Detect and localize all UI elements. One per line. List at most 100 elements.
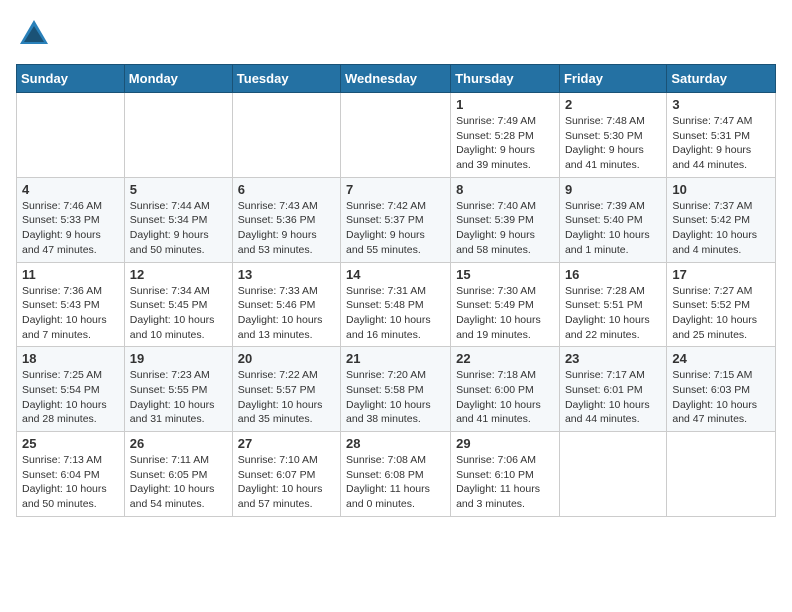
day-info: Sunrise: 7:23 AM Sunset: 5:55 PM Dayligh…: [130, 368, 227, 427]
day-info: Sunrise: 7:44 AM Sunset: 5:34 PM Dayligh…: [130, 199, 227, 258]
day-info: Sunrise: 7:18 AM Sunset: 6:00 PM Dayligh…: [456, 368, 554, 427]
calendar-week-row: 18 Sunrise: 7:25 AM Sunset: 5:54 PM Dayli…: [17, 347, 776, 432]
calendar-cell: 12 Sunrise: 7:34 AM Sunset: 5:45 PM Dayli…: [124, 262, 232, 347]
calendar-cell: 9 Sunrise: 7:39 AM Sunset: 5:40 PM Daylig…: [559, 177, 666, 262]
day-number: 27: [238, 436, 335, 451]
calendar-cell: [17, 93, 125, 178]
calendar-cell: 22 Sunrise: 7:18 AM Sunset: 6:00 PM Dayli…: [451, 347, 560, 432]
calendar-cell: 25 Sunrise: 7:13 AM Sunset: 6:04 PM Dayli…: [17, 432, 125, 517]
weekday-header: Wednesday: [341, 65, 451, 93]
calendar-cell: 4 Sunrise: 7:46 AM Sunset: 5:33 PM Daylig…: [17, 177, 125, 262]
day-info: Sunrise: 7:30 AM Sunset: 5:49 PM Dayligh…: [456, 284, 554, 343]
calendar-week-row: 4 Sunrise: 7:46 AM Sunset: 5:33 PM Daylig…: [17, 177, 776, 262]
calendar-cell: 15 Sunrise: 7:30 AM Sunset: 5:49 PM Dayli…: [451, 262, 560, 347]
day-number: 9: [565, 182, 661, 197]
day-info: Sunrise: 7:42 AM Sunset: 5:37 PM Dayligh…: [346, 199, 445, 258]
day-number: 5: [130, 182, 227, 197]
calendar-cell: 3 Sunrise: 7:47 AM Sunset: 5:31 PM Daylig…: [667, 93, 776, 178]
day-number: 24: [672, 351, 770, 366]
weekday-header: Monday: [124, 65, 232, 93]
calendar-cell: [124, 93, 232, 178]
weekday-header: Sunday: [17, 65, 125, 93]
day-info: Sunrise: 7:17 AM Sunset: 6:01 PM Dayligh…: [565, 368, 661, 427]
calendar-cell: 20 Sunrise: 7:22 AM Sunset: 5:57 PM Dayli…: [232, 347, 340, 432]
calendar-cell: 6 Sunrise: 7:43 AM Sunset: 5:36 PM Daylig…: [232, 177, 340, 262]
day-info: Sunrise: 7:46 AM Sunset: 5:33 PM Dayligh…: [22, 199, 119, 258]
day-info: Sunrise: 7:37 AM Sunset: 5:42 PM Dayligh…: [672, 199, 770, 258]
calendar-cell: 19 Sunrise: 7:23 AM Sunset: 5:55 PM Dayli…: [124, 347, 232, 432]
day-number: 29: [456, 436, 554, 451]
day-number: 23: [565, 351, 661, 366]
calendar-cell: [232, 93, 340, 178]
day-number: 12: [130, 267, 227, 282]
day-number: 19: [130, 351, 227, 366]
day-info: Sunrise: 7:10 AM Sunset: 6:07 PM Dayligh…: [238, 453, 335, 512]
calendar-cell: [341, 93, 451, 178]
calendar-week-row: 11Sunrise: 7:36 AM Sunset: 5:43 PM Dayli…: [17, 262, 776, 347]
day-info: Sunrise: 7:06 AM Sunset: 6:10 PM Dayligh…: [456, 453, 554, 512]
day-number: 6: [238, 182, 335, 197]
day-info: Sunrise: 7:25 AM Sunset: 5:54 PM Dayligh…: [22, 368, 119, 427]
calendar-cell: 5 Sunrise: 7:44 AM Sunset: 5:34 PM Daylig…: [124, 177, 232, 262]
day-number: 7: [346, 182, 445, 197]
page-header: [16, 16, 776, 52]
day-number: 8: [456, 182, 554, 197]
logo-icon: [16, 16, 52, 52]
day-number: 11: [22, 267, 119, 282]
calendar-cell: 7 Sunrise: 7:42 AM Sunset: 5:37 PM Daylig…: [341, 177, 451, 262]
day-number: 3: [672, 97, 770, 112]
day-number: 2: [565, 97, 661, 112]
day-info: Sunrise: 7:11 AM Sunset: 6:05 PM Dayligh…: [130, 453, 227, 512]
day-info: Sunrise: 7:31 AM Sunset: 5:48 PM Dayligh…: [346, 284, 445, 343]
day-number: 14: [346, 267, 445, 282]
calendar-cell: 28Sunrise: 7:08 AM Sunset: 6:08 PM Dayli…: [341, 432, 451, 517]
day-info: Sunrise: 7:28 AM Sunset: 5:51 PM Dayligh…: [565, 284, 661, 343]
day-info: Sunrise: 7:34 AM Sunset: 5:45 PM Dayligh…: [130, 284, 227, 343]
weekday-header: Thursday: [451, 65, 560, 93]
calendar-cell: [667, 432, 776, 517]
day-number: 18: [22, 351, 119, 366]
day-number: 1: [456, 97, 554, 112]
day-info: Sunrise: 7:27 AM Sunset: 5:52 PM Dayligh…: [672, 284, 770, 343]
calendar-cell: 16 Sunrise: 7:28 AM Sunset: 5:51 PM Dayli…: [559, 262, 666, 347]
calendar-cell: 14 Sunrise: 7:31 AM Sunset: 5:48 PM Dayli…: [341, 262, 451, 347]
calendar-cell: 26 Sunrise: 7:11 AM Sunset: 6:05 PM Dayli…: [124, 432, 232, 517]
day-info: Sunrise: 7:15 AM Sunset: 6:03 PM Dayligh…: [672, 368, 770, 427]
calendar-cell: 18 Sunrise: 7:25 AM Sunset: 5:54 PM Dayli…: [17, 347, 125, 432]
day-number: 26: [130, 436, 227, 451]
calendar-cell: 24 Sunrise: 7:15 AM Sunset: 6:03 PM Dayli…: [667, 347, 776, 432]
day-number: 13: [238, 267, 335, 282]
logo: [16, 16, 56, 52]
day-number: 21: [346, 351, 445, 366]
day-info: Sunrise: 7:39 AM Sunset: 5:40 PM Dayligh…: [565, 199, 661, 258]
calendar-header-row: SundayMondayTuesdayWednesdayThursdayFrid…: [17, 65, 776, 93]
day-info: Sunrise: 7:47 AM Sunset: 5:31 PM Dayligh…: [672, 114, 770, 173]
calendar-cell: 27 Sunrise: 7:10 AM Sunset: 6:07 PM Dayli…: [232, 432, 340, 517]
day-number: 16: [565, 267, 661, 282]
calendar-cell: 11Sunrise: 7:36 AM Sunset: 5:43 PM Dayli…: [17, 262, 125, 347]
day-number: 22: [456, 351, 554, 366]
day-number: 10: [672, 182, 770, 197]
calendar-week-row: 25 Sunrise: 7:13 AM Sunset: 6:04 PM Dayli…: [17, 432, 776, 517]
day-info: Sunrise: 7:48 AM Sunset: 5:30 PM Dayligh…: [565, 114, 661, 173]
calendar-cell: 17 Sunrise: 7:27 AM Sunset: 5:52 PM Dayli…: [667, 262, 776, 347]
day-info: Sunrise: 7:43 AM Sunset: 5:36 PM Dayligh…: [238, 199, 335, 258]
weekday-header: Friday: [559, 65, 666, 93]
day-number: 17: [672, 267, 770, 282]
calendar-cell: [559, 432, 666, 517]
calendar-cell: 2 Sunrise: 7:48 AM Sunset: 5:30 PM Daylig…: [559, 93, 666, 178]
day-info: Sunrise: 7:08 AM Sunset: 6:08 PM Dayligh…: [346, 453, 445, 512]
calendar-table: SundayMondayTuesdayWednesdayThursdayFrid…: [16, 64, 776, 517]
day-number: 15: [456, 267, 554, 282]
weekday-header: Tuesday: [232, 65, 340, 93]
day-number: 4: [22, 182, 119, 197]
day-number: 25: [22, 436, 119, 451]
calendar-cell: 10 Sunrise: 7:37 AM Sunset: 5:42 PM Dayli…: [667, 177, 776, 262]
day-number: 20: [238, 351, 335, 366]
calendar-cell: 1Sunrise: 7:49 AM Sunset: 5:28 PM Daylig…: [451, 93, 560, 178]
calendar-cell: 8Sunrise: 7:40 AM Sunset: 5:39 PM Daylig…: [451, 177, 560, 262]
calendar-week-row: 1Sunrise: 7:49 AM Sunset: 5:28 PM Daylig…: [17, 93, 776, 178]
day-info: Sunrise: 7:22 AM Sunset: 5:57 PM Dayligh…: [238, 368, 335, 427]
day-info: Sunrise: 7:13 AM Sunset: 6:04 PM Dayligh…: [22, 453, 119, 512]
calendar-cell: 23 Sunrise: 7:17 AM Sunset: 6:01 PM Dayli…: [559, 347, 666, 432]
